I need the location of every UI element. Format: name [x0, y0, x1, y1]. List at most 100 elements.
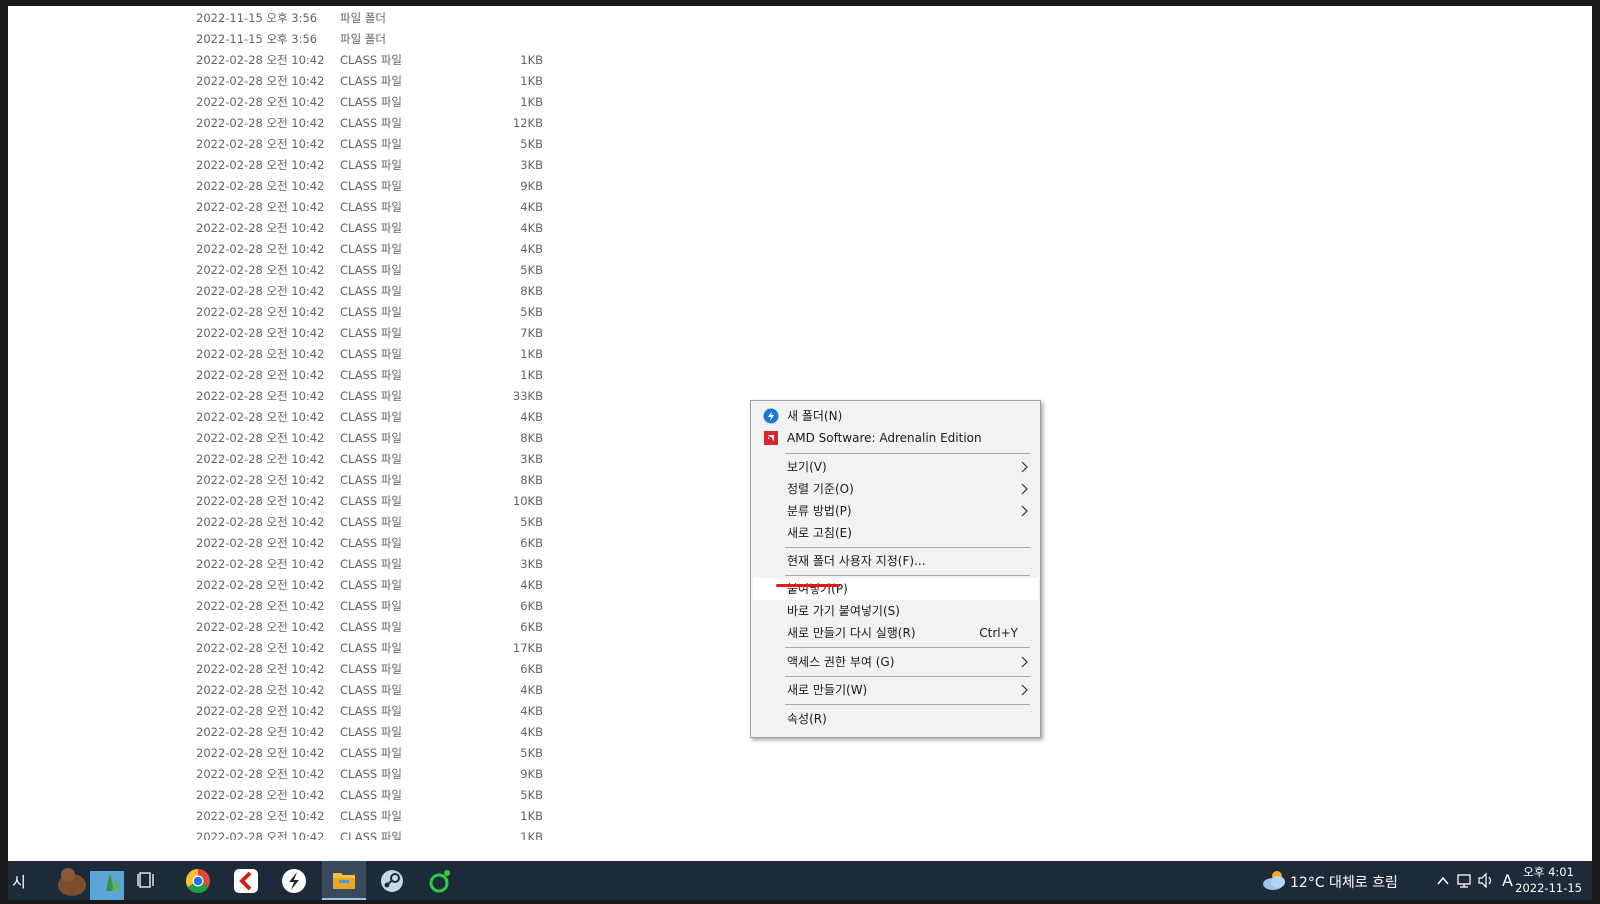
volume-control[interactable] — [1476, 861, 1496, 900]
file-type: CLASS 파일 — [340, 263, 402, 277]
taskbar-red-app[interactable] — [226, 861, 266, 900]
file-row[interactable]: 2022-02-28 오전 10:42 CLASS 파일 4KB — [188, 575, 548, 596]
file-row[interactable]: 2022-11-15 오후 3:56 파일 폴더 — [188, 8, 548, 29]
menu-item-customize-folder[interactable]: 현재 폴더 사용자 지정(F)... — [753, 550, 1038, 572]
weather-widget-icon-wrap[interactable] — [1260, 861, 1288, 900]
file-date: 2022-02-28 오전 10:42 — [196, 410, 325, 424]
file-date: 2022-02-28 오전 10:42 — [196, 95, 325, 109]
file-row[interactable]: 2022-02-28 오전 10:42 CLASS 파일 4KB — [188, 239, 548, 260]
menu-item-paste-shortcut[interactable]: 바로 가기 붙여넣기(S) — [753, 600, 1038, 622]
file-row[interactable]: 2022-02-28 오전 10:42 CLASS 파일 4KB — [188, 407, 548, 428]
menu-item-new[interactable]: 새로 만들기(W) — [753, 679, 1038, 701]
menu-item-properties[interactable]: 속성(R) — [753, 708, 1038, 730]
file-row[interactable]: 2022-02-28 오전 10:42 CLASS 파일 4KB — [188, 722, 548, 743]
file-type: 파일 폴더 — [340, 32, 386, 46]
file-type: CLASS 파일 — [340, 53, 402, 67]
clock-time: 오후 4:01 — [1523, 865, 1574, 879]
file-type: CLASS 파일 — [340, 452, 402, 466]
file-row[interactable]: 2022-02-28 오전 10:42 CLASS 파일 4KB — [188, 218, 548, 239]
menu-item-group-by[interactable]: 분류 방법(P) — [753, 500, 1038, 522]
file-date: 2022-02-28 오전 10:42 — [196, 389, 325, 403]
file-size: 6KB — [520, 662, 543, 676]
file-row[interactable]: 2022-02-28 오전 10:42 CLASS 파일 3KB — [188, 554, 548, 575]
menu-item-new-folder[interactable]: 새 폴더(N) — [753, 405, 1038, 427]
menu-item-amd-software[interactable]: AMD Software: Adrenalin Edition — [753, 427, 1038, 449]
file-row[interactable]: 2022-02-28 오전 10:42 CLASS 파일 5KB — [188, 512, 548, 533]
red-underline-annotation — [776, 584, 840, 587]
menu-label: 분류 방법(P) — [787, 504, 852, 518]
menu-item-paste[interactable]: 붙여넣기(P) — [753, 578, 1038, 600]
file-row[interactable]: 2022-02-28 오전 10:42 CLASS 파일 1KB — [188, 50, 548, 71]
file-type: CLASS 파일 — [340, 515, 402, 529]
taskbar-steam[interactable] — [372, 861, 412, 900]
file-row[interactable]: 2022-02-28 오전 10:42 CLASS 파일 6KB — [188, 596, 548, 617]
file-type: CLASS 파일 — [340, 284, 402, 298]
file-row[interactable]: 2022-11-15 오후 3:56 파일 폴더 — [188, 29, 548, 50]
file-row[interactable]: 2022-02-28 오전 10:42 CLASS 파일 9KB — [188, 764, 548, 785]
file-row[interactable]: 2022-02-28 오전 10:42 CLASS 파일 7KB — [188, 323, 548, 344]
menu-item-sort-by[interactable]: 정렬 기준(O) — [753, 478, 1038, 500]
menu-item-redo-new[interactable]: 새로 만들기 다시 실행(R) Ctrl+Y — [753, 622, 1038, 644]
file-row[interactable]: 2022-02-28 오전 10:42 CLASS 파일 8KB — [188, 428, 548, 449]
taskbar-lightning-app[interactable] — [274, 861, 314, 900]
file-type: CLASS 파일 — [340, 431, 402, 445]
file-row[interactable]: 2022-02-28 오전 10:42 CLASS 파일 33KB — [188, 386, 548, 407]
file-row[interactable]: 2022-02-28 오전 10:42 CLASS 파일 10KB — [188, 491, 548, 512]
file-date: 2022-02-28 오전 10:42 — [196, 473, 325, 487]
taskbar-chrome[interactable] — [178, 861, 218, 900]
menu-label: 바로 가기 붙여넣기(S) — [787, 604, 900, 618]
search-box-fragment[interactable]: 시 — [12, 871, 26, 892]
file-explorer-icon — [333, 873, 355, 889]
file-row[interactable]: 2022-02-28 오전 10:42 CLASS 파일 8KB — [188, 470, 548, 491]
file-row[interactable]: 2022-02-28 오전 10:42 CLASS 파일 1KB — [188, 827, 548, 840]
file-row[interactable]: 2022-02-28 오전 10:42 CLASS 파일 6KB — [188, 533, 548, 554]
menu-item-refresh[interactable]: 새로 고침(E) — [753, 522, 1038, 544]
file-row[interactable]: 2022-02-28 오전 10:42 CLASS 파일 1KB — [188, 806, 548, 827]
file-type: CLASS 파일 — [340, 95, 402, 109]
file-row[interactable]: 2022-02-28 오전 10:42 CLASS 파일 17KB — [188, 638, 548, 659]
taskbar-green-app[interactable] — [420, 861, 460, 900]
file-row[interactable]: 2022-02-28 오전 10:42 CLASS 파일 4KB — [188, 197, 548, 218]
file-row[interactable]: 2022-02-28 오전 10:42 CLASS 파일 1KB — [188, 344, 548, 365]
file-row[interactable]: 2022-02-28 오전 10:42 CLASS 파일 6KB — [188, 617, 548, 638]
file-date: 2022-11-15 오후 3:56 — [196, 32, 318, 46]
file-size: 8KB — [520, 284, 543, 298]
taskbar-file-explorer[interactable] — [322, 861, 366, 900]
file-type: CLASS 파일 — [340, 179, 402, 193]
file-type: CLASS 파일 — [340, 767, 402, 781]
file-row[interactable]: 2022-02-28 오전 10:42 CLASS 파일 1KB — [188, 71, 548, 92]
tray-overflow-button[interactable] — [1434, 861, 1452, 900]
file-row[interactable]: 2022-02-28 오전 10:42 CLASS 파일 9KB — [188, 176, 548, 197]
weather-text[interactable]: 12°C 대체로 흐림 — [1290, 872, 1398, 892]
menu-item-give-access[interactable]: 액세스 권한 부여 (G) — [753, 651, 1038, 673]
chevron-right-icon — [1021, 505, 1028, 517]
file-row[interactable]: 2022-02-28 오전 10:42 CLASS 파일 8KB — [188, 281, 548, 302]
file-size: 1KB — [520, 830, 543, 840]
file-row[interactable]: 2022-02-28 오전 10:42 CLASS 파일 5KB — [188, 260, 548, 281]
file-type: CLASS 파일 — [340, 137, 402, 151]
file-row[interactable]: 2022-02-28 오전 10:42 CLASS 파일 4KB — [188, 680, 548, 701]
file-row[interactable]: 2022-02-28 오전 10:42 CLASS 파일 3KB — [188, 155, 548, 176]
file-row[interactable]: 2022-02-28 오전 10:42 CLASS 파일 4KB — [188, 701, 548, 722]
ime-indicator[interactable]: A — [1502, 871, 1513, 890]
file-date: 2022-02-28 오전 10:42 — [196, 431, 325, 445]
file-type: CLASS 파일 — [340, 347, 402, 361]
network-status[interactable] — [1454, 861, 1474, 900]
file-date: 2022-02-28 오전 10:42 — [196, 200, 325, 214]
file-row[interactable]: 2022-02-28 오전 10:42 CLASS 파일 6KB — [188, 659, 548, 680]
file-row[interactable]: 2022-02-28 오전 10:42 CLASS 파일 5KB — [188, 302, 548, 323]
file-row[interactable]: 2022-02-28 오전 10:42 CLASS 파일 1KB — [188, 365, 548, 386]
file-size: 9KB — [520, 767, 543, 781]
file-row[interactable]: 2022-02-28 오전 10:42 CLASS 파일 5KB — [188, 785, 548, 806]
file-type: CLASS 파일 — [340, 830, 402, 840]
file-date: 2022-02-28 오전 10:42 — [196, 557, 325, 571]
file-row[interactable]: 2022-02-28 오전 10:42 CLASS 파일 5KB — [188, 743, 548, 764]
file-row[interactable]: 2022-02-28 오전 10:42 CLASS 파일 5KB — [188, 134, 548, 155]
file-row[interactable]: 2022-02-28 오전 10:42 CLASS 파일 3KB — [188, 449, 548, 470]
clock[interactable]: 오후 4:01 2022-11-15 — [1515, 864, 1582, 896]
file-row[interactable]: 2022-02-28 오전 10:42 CLASS 파일 1KB — [188, 92, 548, 113]
task-view-button[interactable] — [132, 861, 162, 900]
menu-item-view[interactable]: 보기(V) — [753, 456, 1038, 478]
file-size: 5KB — [520, 137, 543, 151]
file-row[interactable]: 2022-02-28 오전 10:42 CLASS 파일 12KB — [188, 113, 548, 134]
